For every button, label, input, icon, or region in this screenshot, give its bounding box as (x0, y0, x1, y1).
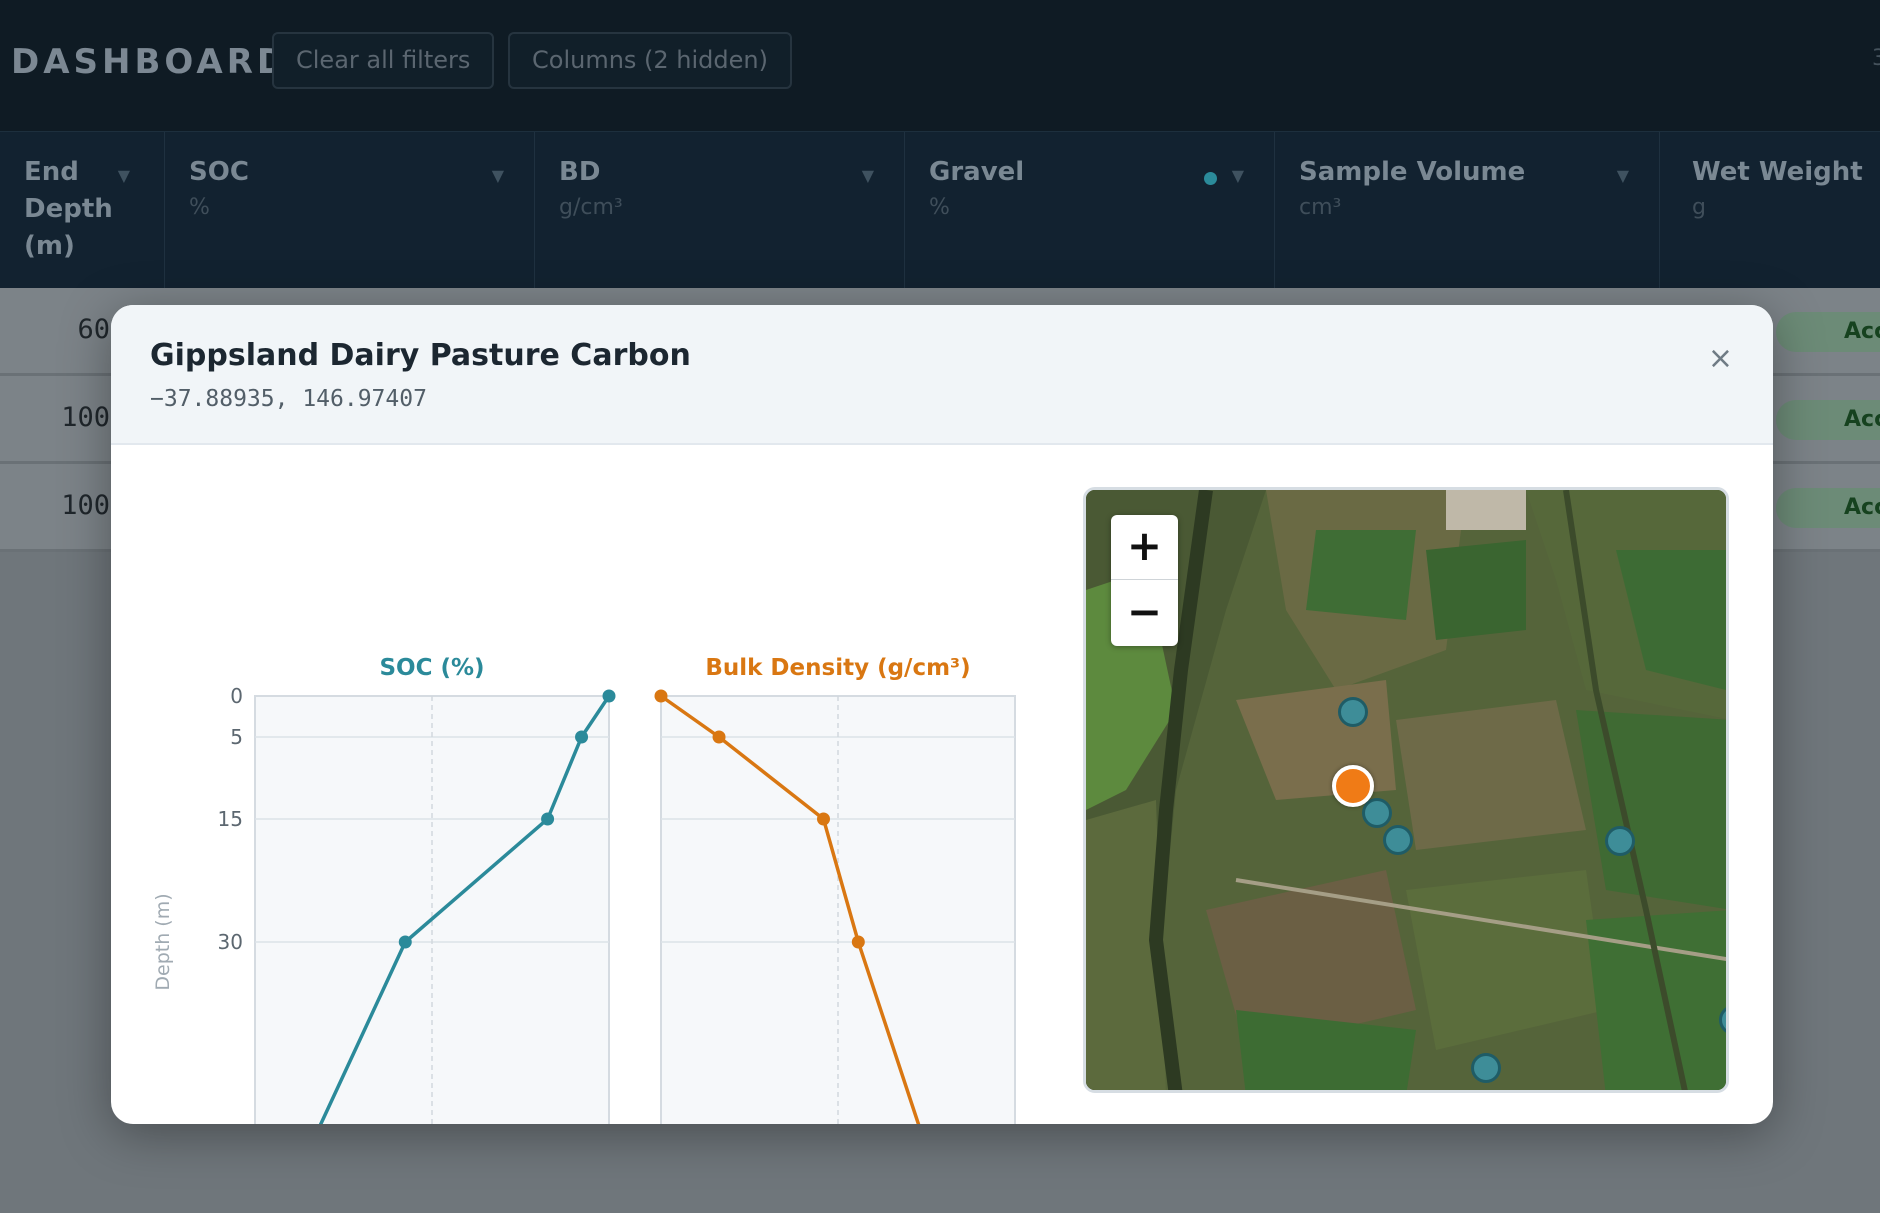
site-detail-modal: Gippsland Dairy Pasture Carbon −37.88935… (111, 305, 1773, 1124)
dashboard-header: DASHBOARD Clear all filters Columns (2 h… (0, 0, 1880, 131)
data-point (398, 935, 412, 949)
data-point (541, 812, 555, 826)
sort-arrow-icon[interactable]: ▼ (1232, 166, 1244, 185)
site-coordinates: −37.88935, 146.97407 (150, 386, 427, 412)
status-badge: Acc (1776, 488, 1880, 528)
record-count: 3 (1872, 46, 1880, 71)
column-header-end-depth[interactable]: End Depth (m) ▼ (0, 132, 165, 289)
data-point (816, 812, 830, 826)
column-name: SOC (189, 157, 249, 187)
satellite-imagery (1086, 490, 1726, 1090)
depth-profile-charts: SOC (%)0.02.54.905153060Depth (m)Bulk De… (111, 447, 1061, 1124)
zoom-out-button[interactable]: − (1111, 581, 1178, 646)
modal-title: Gippsland Dairy Pasture Carbon (150, 338, 691, 373)
data-point (602, 689, 616, 703)
data-point (654, 689, 668, 703)
sort-arrow-icon[interactable]: ▼ (492, 166, 504, 185)
y-tick-label: 15 (218, 807, 243, 831)
column-header-soc[interactable]: SOC % ▼ (165, 132, 535, 289)
close-icon[interactable]: × (1708, 341, 1733, 376)
column-unit: % (189, 195, 210, 220)
column-name: Wet Weight (1692, 157, 1863, 187)
sort-arrow-icon[interactable]: ▼ (1617, 166, 1629, 185)
y-tick-label: 0 (230, 684, 243, 708)
y-tick-label: 30 (218, 930, 243, 954)
column-header-wet-weight[interactable]: Wet Weight g (1660, 132, 1880, 289)
column-unit: g (1692, 195, 1706, 220)
column-name: BD (559, 157, 601, 187)
end-depth-cell: 100 (61, 490, 110, 521)
clear-filters-button[interactable]: Clear all filters (272, 32, 495, 89)
site-marker[interactable] (1338, 697, 1368, 727)
site-marker[interactable] (1383, 825, 1413, 855)
site-map[interactable]: + − (1083, 487, 1729, 1093)
data-point (851, 935, 865, 949)
site-marker[interactable] (1471, 1053, 1501, 1083)
columns-button[interactable]: Columns (2 hidden) (508, 32, 792, 89)
sort-arrow-icon[interactable]: ▼ (862, 166, 874, 185)
end-depth-cell: 100 (61, 402, 110, 433)
current-site-marker[interactable] (1332, 765, 1374, 807)
chart-title: SOC (%) (379, 655, 484, 681)
end-depth-cell: 60 (77, 314, 110, 345)
modal-header: Gippsland Dairy Pasture Carbon −37.88935… (111, 305, 1773, 445)
column-unit: g/cm³ (559, 195, 623, 220)
y-tick-label: 5 (230, 725, 243, 749)
zoom-control: + − (1111, 515, 1178, 646)
zoom-in-button[interactable]: + (1111, 515, 1178, 580)
site-marker[interactable] (1605, 826, 1635, 856)
column-header-gravel[interactable]: Gravel % ▼ (905, 132, 1275, 289)
data-point (575, 730, 589, 744)
data-point (712, 730, 726, 744)
status-badge: Acc (1776, 400, 1880, 440)
sort-arrow-icon[interactable]: ▼ (118, 166, 130, 185)
column-unit: cm³ (1299, 195, 1342, 220)
chart-title: Bulk Density (g/cm³) (705, 655, 970, 681)
depth-profile-svg: SOC (%)0.02.54.905153060Depth (m)Bulk De… (152, 655, 1016, 1124)
column-header-sample-volume[interactable]: Sample Volume cm³ ▼ (1275, 132, 1660, 289)
column-name: Gravel (929, 157, 1025, 187)
status-badge: Acc (1776, 312, 1880, 352)
column-name: Sample Volume (1299, 157, 1526, 187)
site-marker[interactable] (1362, 798, 1392, 828)
column-unit: % (929, 195, 950, 220)
dashboard-title: DASHBOARD (11, 42, 290, 82)
table-header: End Depth (m) ▼ SOC % ▼ BD g/cm³ ▼ Grave… (0, 131, 1880, 289)
column-header-bd[interactable]: BD g/cm³ ▼ (535, 132, 905, 289)
filter-active-icon (1204, 172, 1217, 185)
y-axis-label: Depth (m) (152, 893, 174, 990)
